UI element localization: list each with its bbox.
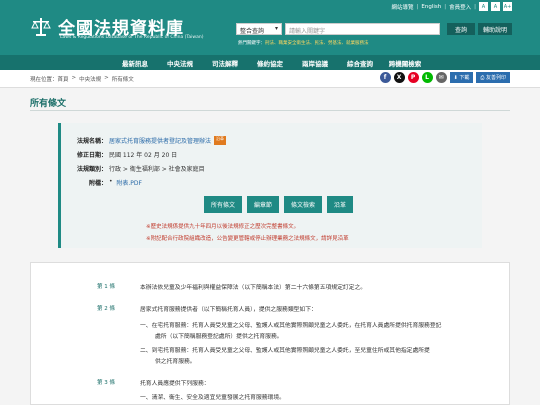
sitemap-link[interactable]: 網站導覽 xyxy=(392,3,414,11)
breadcrumb-central-laws[interactable]: 中央法規 xyxy=(79,75,101,83)
font-large-button[interactable]: A+ xyxy=(503,2,512,11)
category-label: 法規類別： xyxy=(76,166,107,173)
breadcrumb: 現在位置：首頁 > 中央法規 > 所有條文 xyxy=(30,75,134,83)
print-label: 友善列印 xyxy=(485,75,506,81)
site-header: 全國法規資料庫 Laws & Regulations Database of T… xyxy=(0,0,540,55)
nav-central-laws[interactable]: 中央法規 xyxy=(158,58,203,68)
attachment-label: 附檔： xyxy=(88,180,107,187)
nav-judicial[interactable]: 司法解釋 xyxy=(203,58,248,68)
nav-treaties[interactable]: 條約協定 xyxy=(248,58,293,68)
download-label: 下載 xyxy=(459,75,470,81)
amend-date-label: 修正日期： xyxy=(76,152,107,159)
font-medium-button[interactable]: A xyxy=(491,2,500,11)
article-text: 托育人員應提供下列服務： xyxy=(140,381,210,387)
breadcrumb-current: 所有條文 xyxy=(111,77,134,83)
divider: | xyxy=(416,3,419,10)
share-tools: f X P L ✉ ⬇ 下載 ⎙ 友善列印 xyxy=(379,72,510,83)
category-row: 法規類別： 行政 > 衛生福利部 > 社會及家庭目 xyxy=(71,164,205,173)
divider: | xyxy=(444,3,447,10)
divider: | xyxy=(474,3,476,10)
notes: ※歷史法規係提供九十年四月以後法規修正之歷次完整書條文。 ※附記配合行政院組織改… xyxy=(146,221,349,245)
help-button[interactable]: 輔助說明 xyxy=(478,23,513,35)
article-text: 處所（以下簡稱服務登記處所）提供之托育服務。 xyxy=(155,334,283,340)
history-button[interactable]: 沿革 xyxy=(327,196,354,213)
law-info-panel: 法規名稱： 居家式托育服務提供者登記及管理辦法 沿革 修正日期： 民國 112 … xyxy=(58,123,482,248)
category-value: 行政 > 衛生福利部 > 社會及家庭目 xyxy=(109,166,205,173)
email-icon[interactable]: ✉ xyxy=(435,72,447,83)
law-name-row: 法規名稱： 居家式托育服務提供者登記及管理辦法 沿革 xyxy=(71,136,227,145)
nav-news[interactable]: 最新訊息 xyxy=(113,58,158,68)
article-text: 一、清潔、衛生、安全及適宜兒童發展之托育服務環境。 xyxy=(140,395,285,401)
hot-keywords: 熱門關鍵字：刑法、職業安全衛生法、民法、勞基法、就業服務法 xyxy=(238,40,369,46)
hot-keywords-label: 熱門關鍵字： xyxy=(238,41,265,46)
article-text: 本辦法依兒童及少年福利與權益保障法（以下簡稱本法）第二十六條第五項規定訂定之。 xyxy=(140,285,367,291)
bullet-icon: • xyxy=(109,178,117,185)
article-text: 二、到宅托育服務：托育人員受兒童之父母、監護人或其他實際照顧兒童之人委託，至兒童… xyxy=(140,348,430,354)
article-text: 居家式托育服務提供者（以下簡稱托育人員），提供之服務類型如下： xyxy=(140,307,317,313)
all-articles-button[interactable]: 所有條文 xyxy=(204,196,243,213)
article-text: 一、在宅托育服務：托育人員受兒童之父母、監護人或其他實際照顧兒童之人委託，在托育… xyxy=(140,323,442,329)
article-number[interactable]: 第 1 條 xyxy=(97,282,115,290)
facebook-icon[interactable]: f xyxy=(379,72,391,83)
top-links: 網站導覽 | English | 會員登入 | A A A+ xyxy=(392,2,512,11)
amend-date-value: 民國 112 年 02 月 20 日 xyxy=(109,152,178,159)
amend-date-row: 修正日期： 民國 112 年 02 月 20 日 xyxy=(71,150,177,159)
search-category-select[interactable]: 整合查詢 xyxy=(236,23,282,35)
nav-integrated-search[interactable]: 綜合查詢 xyxy=(338,58,383,68)
title-divider xyxy=(30,110,510,111)
login-link[interactable]: 會員登入 xyxy=(449,3,471,11)
main-nav: 最新訊息 中央法規 司法解釋 條約協定 兩岸協議 綜合查詢 跨機關檢索 xyxy=(0,55,540,70)
hot-keywords-list[interactable]: 刑法、職業安全衛生法、民法、勞基法、就業服務法 xyxy=(265,41,369,46)
print-button[interactable]: ⎙ 友善列印 xyxy=(476,72,510,83)
plurk-icon[interactable]: P xyxy=(407,72,419,83)
search-button[interactable]: 查詢 xyxy=(447,23,476,35)
view-buttons: 所有條文 編章節 條文檢索 沿革 xyxy=(204,196,354,213)
breadcrumb-sep: > xyxy=(71,75,77,81)
breadcrumb-home[interactable]: 現在位置：首頁 xyxy=(30,75,69,83)
x-icon[interactable]: X xyxy=(393,72,405,83)
note-1: ※歷史法規係提供九十年四月以後法規修正之歷次完整書條文。 xyxy=(146,224,300,230)
line-icon[interactable]: L xyxy=(421,72,433,83)
scales-logo-icon xyxy=(31,18,51,36)
article-text: 供之托育服務。 xyxy=(155,359,196,365)
breadcrumb-sep: > xyxy=(104,75,109,81)
attachment-link[interactable]: 附表.PDF xyxy=(116,178,142,187)
breadcrumb-bar: 現在位置：首頁 > 中央法規 > 所有條文 f X P L ✉ ⬇ 下載 ⎙ 友… xyxy=(0,70,540,88)
history-badge[interactable]: 沿革 xyxy=(214,136,227,145)
english-link[interactable]: English xyxy=(421,4,441,10)
note-2: ※附記配合行政院組織改造，公告變更管轄或停止辦理業務之法規條文，請詳見沿革 xyxy=(146,236,349,242)
search-bar: 整合查詢 請輸入關鍵字 查詢 輔助說明 xyxy=(236,23,513,35)
nav-cross-strait[interactable]: 兩岸協議 xyxy=(293,58,338,68)
chapters-button[interactable]: 編章節 xyxy=(247,196,280,213)
download-button[interactable]: ⬇ 下載 xyxy=(449,72,474,83)
law-name-link[interactable]: 居家式托育服務提供者登記及管理辦法 xyxy=(109,136,211,145)
attachment-row: 附檔： • 附表.PDF xyxy=(71,178,142,187)
font-small-button[interactable]: A xyxy=(479,2,488,11)
articles-panel: 第 1 條 本辦法依兒童及少年福利與權益保障法（以下簡稱本法）第二十六條第五項規… xyxy=(30,262,510,405)
search-input[interactable]: 請輸入關鍵字 xyxy=(285,23,440,35)
article-number[interactable]: 第 3 條 xyxy=(97,378,115,386)
page-title: 所有條文 xyxy=(30,99,67,109)
site-subtitle: Laws & Regulations Database of The Repub… xyxy=(60,35,204,40)
article-number[interactable]: 第 2 條 xyxy=(97,304,115,312)
law-name-label: 法規名稱： xyxy=(76,138,107,145)
article-search-button[interactable]: 條文檢索 xyxy=(284,196,323,213)
nav-cross-agency[interactable]: 跨機關檢索 xyxy=(383,58,428,68)
